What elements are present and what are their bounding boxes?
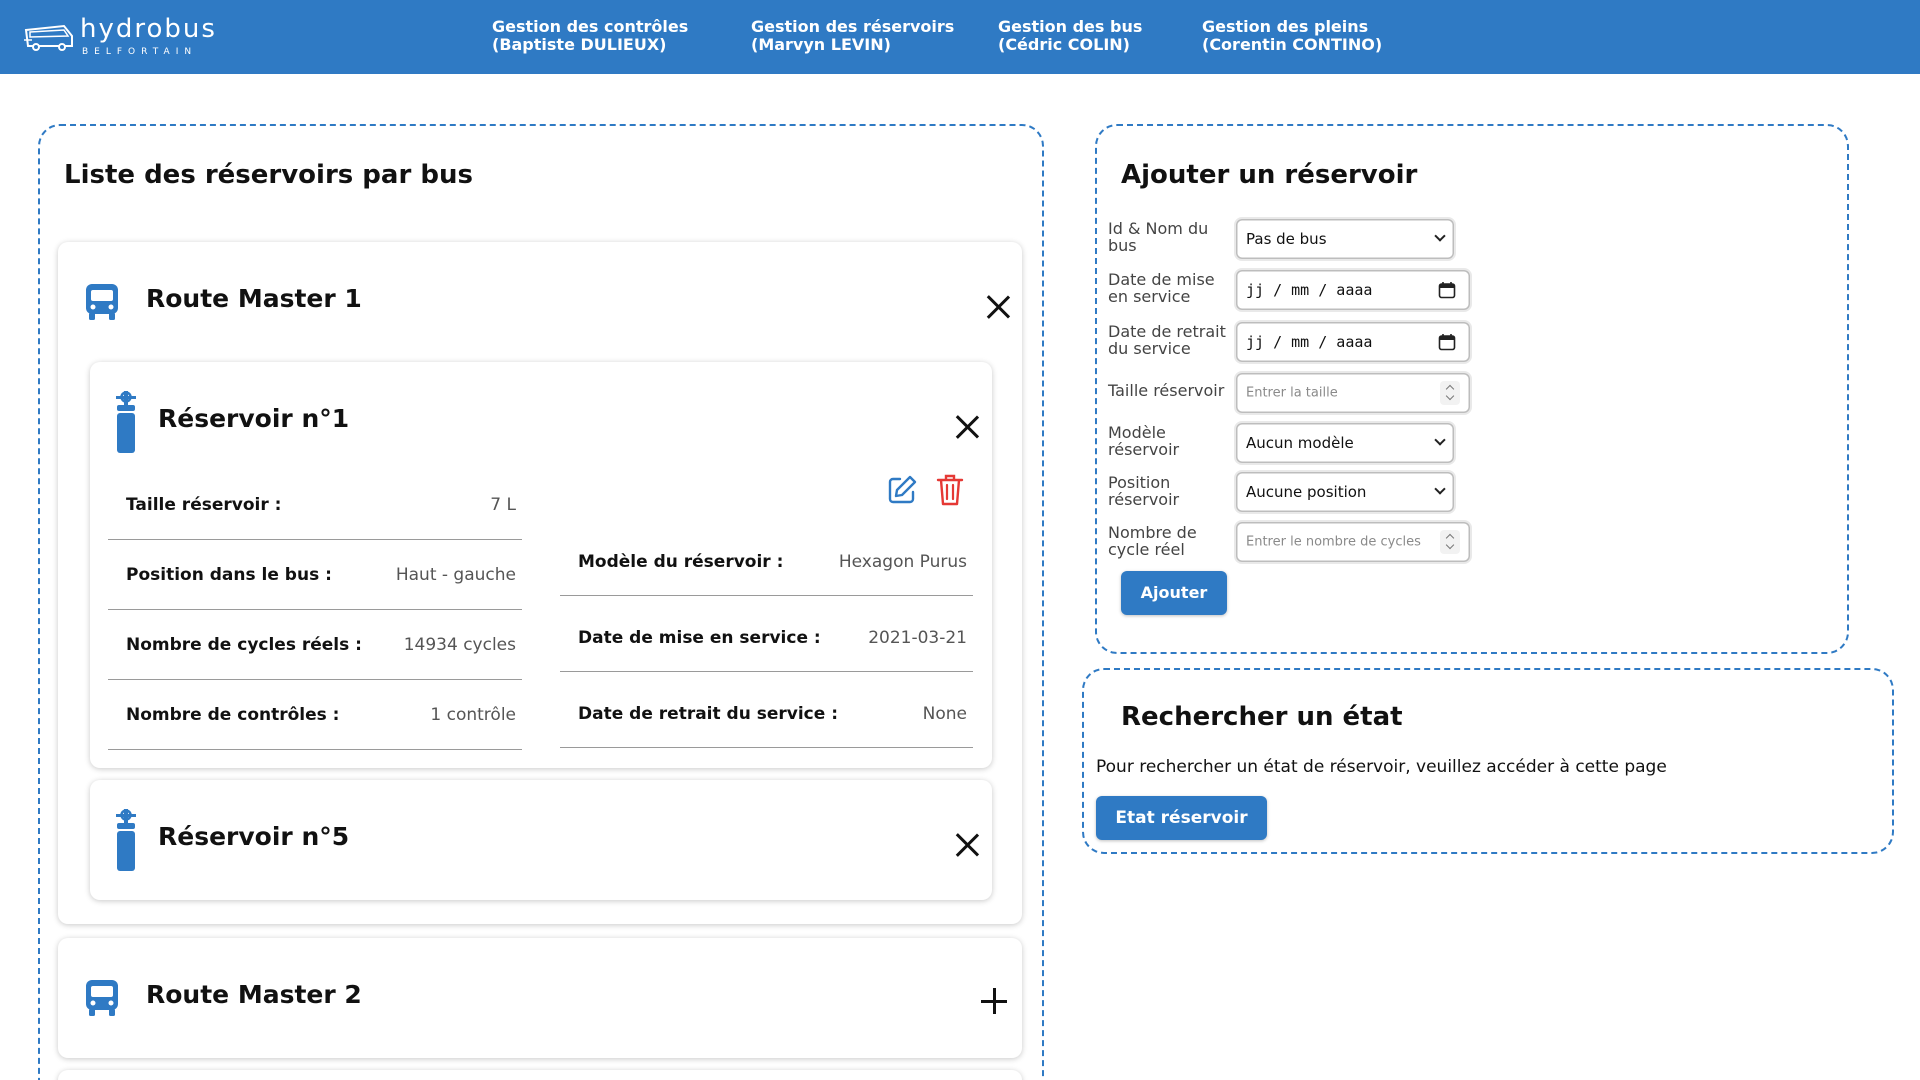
reservoir-title: Réservoir n°5: [158, 822, 350, 851]
calendar-icon[interactable]: [1438, 333, 1456, 351]
cycles-input[interactable]: Entrer le nombre de cycles: [1236, 522, 1470, 562]
etat-reservoir-button[interactable]: Etat réservoir: [1096, 796, 1267, 840]
reservoir-title: Réservoir n°1: [158, 404, 350, 433]
detail-row: Modèle du réservoir : Hexagon Purus: [560, 528, 973, 596]
detail-value: 7 L: [490, 494, 516, 515]
field-label-taille: Taille réservoir: [1108, 381, 1225, 400]
detail-label: Nombre de cycles réels :: [126, 634, 362, 655]
top-navbar: hydrobus BELFORTAIN Gestion des contrôle…: [0, 0, 1920, 74]
detail-row: Nombre de contrôles : 1 contrôle: [108, 680, 522, 750]
bus-name: Route Master 2: [146, 980, 362, 1009]
detail-row: Nombre de cycles réels : 14934 cycles: [108, 610, 522, 680]
field-label-date-retrait: Date de retrait du service: [1108, 322, 1226, 358]
nav-gestion-controles[interactable]: Gestion des contrôles (Baptiste DULIEUX): [492, 18, 688, 54]
bus-name: Route Master 1: [146, 284, 362, 313]
nav-gestion-reservoirs[interactable]: Gestion des réservoirs (Marvyn LEVIN): [751, 18, 954, 54]
detail-label: Date de retrait du service :: [578, 703, 838, 724]
brand-name: hydrobus: [80, 14, 217, 44]
detail-label: Taille réservoir :: [126, 494, 282, 515]
nav-gestion-bus[interactable]: Gestion des bus (Cédric COLIN): [998, 18, 1142, 54]
close-icon[interactable]: [954, 832, 980, 858]
field-label-cycles: Nombre de cycle réel: [1108, 523, 1197, 559]
bus-logo-icon: [24, 24, 73, 51]
taille-input[interactable]: Entrer la taille: [1236, 373, 1470, 413]
spinner-icon[interactable]: [1440, 530, 1460, 554]
field-label-modele: Modèle réservoir: [1108, 423, 1180, 459]
position-select[interactable]: Aucune position: [1236, 472, 1454, 512]
search-title: Rechercher un état: [1121, 702, 1403, 732]
bus-icon: [86, 284, 118, 320]
list-title: Liste des réservoirs par bus: [64, 160, 473, 190]
detail-row: Taille réservoir : 7 L: [108, 470, 522, 540]
detail-label: Date de mise en service :: [578, 627, 821, 648]
input-placeholder: Entrer la taille: [1246, 385, 1338, 401]
hydrogen-tank-icon: [116, 391, 136, 453]
bus-icon: [86, 980, 118, 1016]
nav-owner: (Marvyn LEVIN): [751, 35, 891, 54]
select-value: Aucune position: [1246, 483, 1367, 501]
plus-icon[interactable]: [981, 988, 1007, 1014]
bus-card: [58, 1070, 1022, 1080]
nav-label: Gestion des réservoirs: [751, 17, 955, 36]
calendar-icon[interactable]: [1438, 281, 1456, 299]
bus-select[interactable]: Pas de bus: [1236, 219, 1454, 259]
brand-logo[interactable]: hydrobus BELFORTAIN: [24, 12, 217, 62]
field-label-bus: Id & Nom du bus: [1108, 219, 1209, 255]
date-mise-en-service-input[interactable]: jj / mm / aaaa: [1236, 270, 1470, 310]
add-form-title: Ajouter un réservoir: [1121, 160, 1418, 190]
nav-label: Gestion des pleins: [1202, 17, 1369, 36]
detail-label: Position dans le bus :: [126, 564, 332, 585]
input-placeholder: Entrer le nombre de cycles: [1246, 534, 1421, 550]
nav-label: Gestion des contrôles: [492, 17, 689, 36]
modele-select[interactable]: Aucun modèle: [1236, 423, 1454, 463]
detail-value: None: [922, 703, 967, 724]
detail-value: 1 contrôle: [430, 704, 516, 725]
detail-value: 14934 cycles: [403, 634, 516, 655]
nav-owner: (Baptiste DULIEUX): [492, 35, 667, 54]
field-label-date-service: Date de mise en service: [1108, 270, 1215, 306]
chevron-down-icon: [1434, 483, 1446, 495]
detail-row: Date de retrait du service : None: [560, 680, 973, 748]
hydrogen-tank-icon: [116, 809, 136, 871]
chevron-down-icon: [1434, 434, 1446, 446]
detail-value: Haut - gauche: [395, 564, 516, 585]
nav-owner: (Cédric COLIN): [998, 35, 1130, 54]
detail-label: Modèle du réservoir :: [578, 551, 784, 572]
date-value: jj / mm / aaaa: [1246, 281, 1373, 299]
detail-row: Date de mise en service : 2021-03-21: [560, 604, 973, 672]
close-icon[interactable]: [985, 294, 1011, 320]
select-value: Aucun modèle: [1246, 434, 1354, 452]
date-value: jj / mm / aaaa: [1246, 333, 1373, 351]
trash-icon[interactable]: [936, 473, 964, 507]
select-value: Pas de bus: [1246, 230, 1327, 248]
nav-label: Gestion des bus: [998, 17, 1143, 36]
detail-label: Nombre de contrôles :: [126, 704, 340, 725]
date-retrait-input[interactable]: jj / mm / aaaa: [1236, 322, 1470, 362]
brand-subtitle: BELFORTAIN: [82, 47, 198, 57]
search-description: Pour rechercher un état de réservoir, ve…: [1096, 757, 1667, 777]
field-label-position: Position réservoir: [1108, 473, 1180, 509]
close-icon[interactable]: [954, 414, 980, 440]
detail-row: Position dans le bus : Haut - gauche: [108, 540, 522, 610]
ajouter-button[interactable]: Ajouter: [1121, 571, 1227, 615]
edit-icon[interactable]: [886, 474, 918, 506]
detail-value: Hexagon Purus: [838, 551, 967, 572]
chevron-down-icon: [1434, 230, 1446, 242]
nav-gestion-pleins[interactable]: Gestion des pleins (Corentin CONTINO): [1202, 18, 1382, 54]
nav-owner: (Corentin CONTINO): [1202, 35, 1383, 54]
detail-value: 2021-03-21: [868, 627, 967, 648]
spinner-icon[interactable]: [1440, 381, 1460, 405]
